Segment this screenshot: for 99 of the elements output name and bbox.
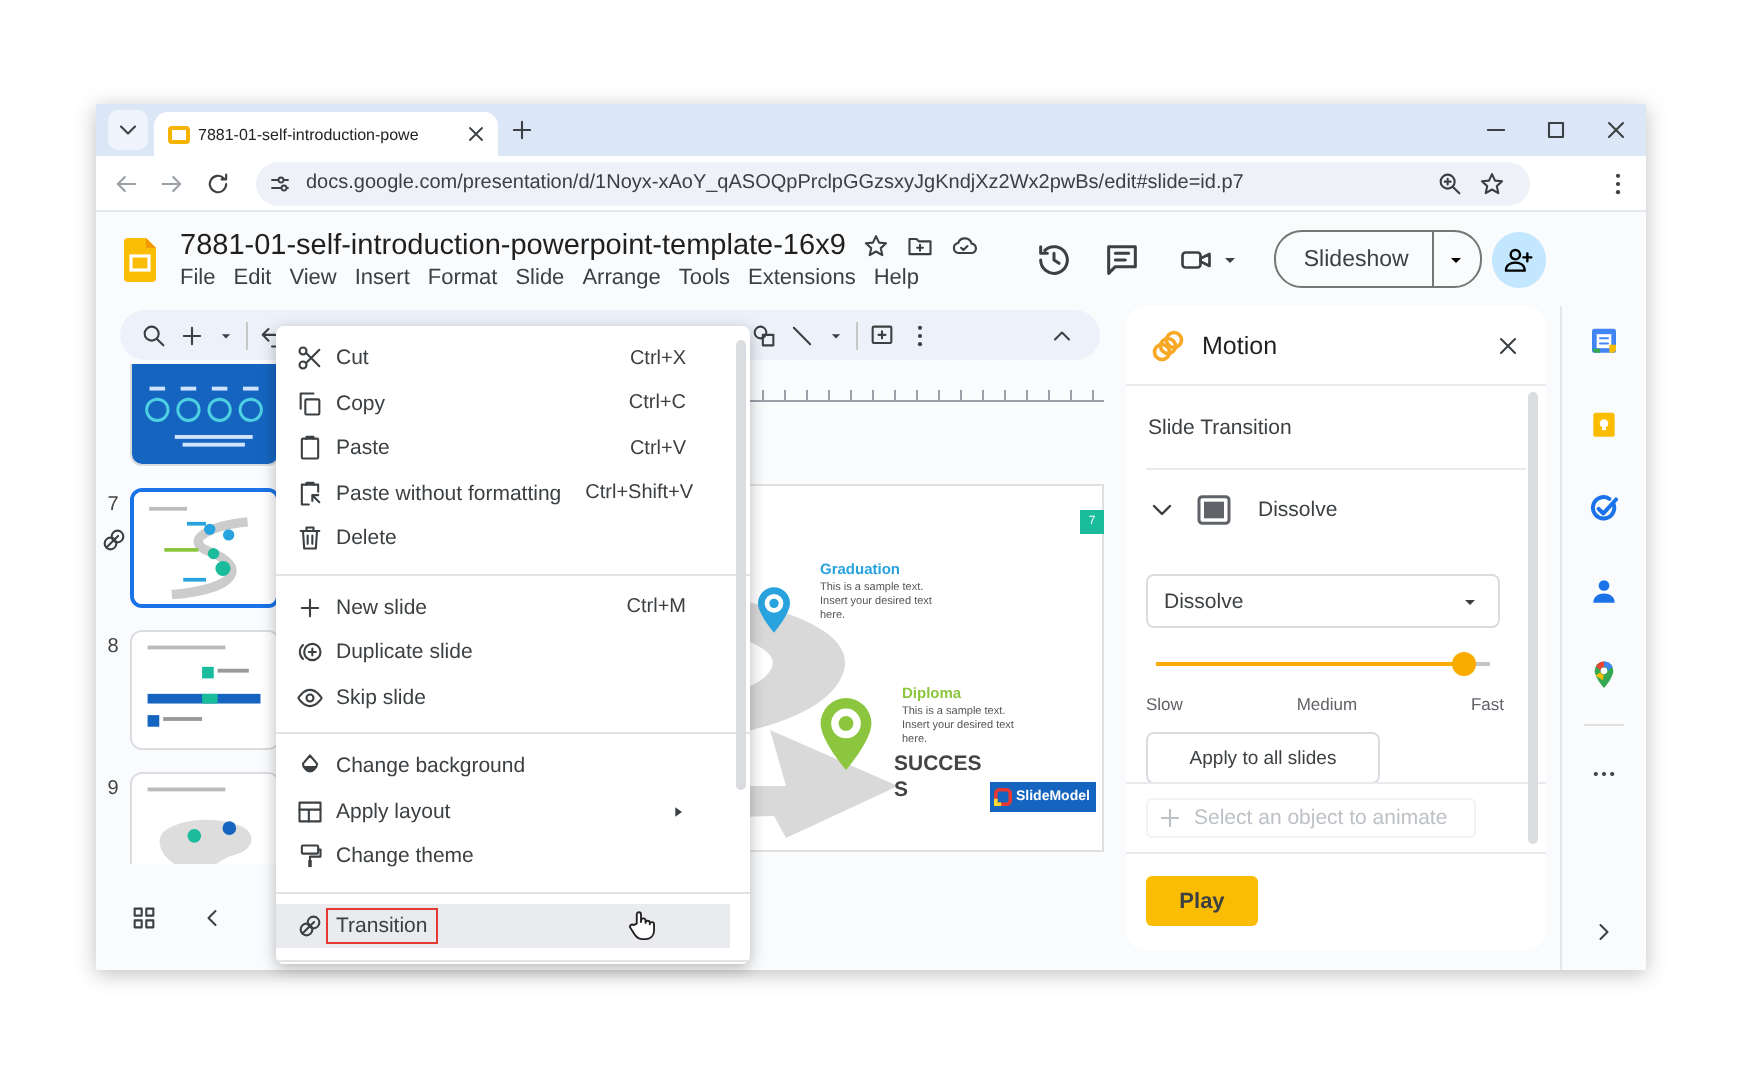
shortcut-text: Ctrl+V <box>629 437 686 460</box>
menu-item[interactable]: Edit <box>233 265 272 289</box>
menu-label: New slide <box>336 595 428 620</box>
menu-item[interactable]: Duplicate slide <box>276 630 730 675</box>
slide-number: 7 <box>107 494 119 516</box>
new-tab-icon[interactable] <box>508 116 536 144</box>
menu-label: Duplicate slide <box>336 640 473 665</box>
menu-item[interactable]: File <box>180 265 216 289</box>
zoom-icon[interactable] <box>1436 169 1464 197</box>
slide-number: 9 <box>107 778 119 800</box>
shortcut-text: Ctrl+X <box>629 347 686 370</box>
motion-icon <box>1150 327 1186 363</box>
menu-item[interactable]: Change theme <box>276 834 730 879</box>
dropdown-value: Dissolve <box>1164 589 1244 613</box>
copy-icon <box>296 389 324 418</box>
shortcut-text: Ctrl+M <box>626 596 686 619</box>
shortcut-text: Ctrl+Shift+V <box>585 482 694 505</box>
slide-heading: SUCCESS <box>894 752 984 804</box>
menu-item[interactable]: Copy Ctrl+C <box>276 381 730 426</box>
grid-view-icon[interactable] <box>130 904 158 932</box>
search-icon[interactable] <box>140 321 168 349</box>
slides-icon <box>168 125 190 143</box>
layout-icon <box>296 797 324 826</box>
scrollbar[interactable] <box>1528 392 1538 844</box>
slide-thumbnail[interactable] <box>130 488 280 608</box>
menu-item[interactable]: Format <box>427 265 498 289</box>
transition-row[interactable]: Dissolve <box>1146 470 1526 550</box>
clipboard-icon <box>296 479 324 508</box>
site-settings-icon[interactable] <box>268 171 292 195</box>
menu-item[interactable]: Skip slide <box>276 675 730 720</box>
section-title: Slide Transition <box>1146 386 1526 470</box>
menu-item[interactable]: Paste without formatting Ctrl+Shift+V <box>276 471 730 516</box>
menu-item[interactable]: Help <box>873 265 919 289</box>
menu-label: Apply layout <box>336 799 451 824</box>
slide-number: 8 <box>107 636 119 658</box>
speed-label: Medium <box>1296 694 1358 714</box>
cloud-saved-icon[interactable] <box>949 231 978 259</box>
menu-label: Cut <box>336 346 369 371</box>
duplicate-icon <box>296 638 324 667</box>
url-text: docs.google.com/presentation/d/1Noyx-xAoY_qASOQpPrclpGGzsxyJgKndjXz2Wx2pwBs/edit#slide=id.p7 <box>306 172 1244 194</box>
hand-cursor-icon <box>624 907 658 941</box>
plus-icon <box>296 593 324 622</box>
menu-label: Skip slide <box>336 685 426 710</box>
document-title[interactable]: 7881-01-self-introduction-powerpoint-template-16x9 <box>180 229 846 261</box>
slider-thumb[interactable] <box>1451 652 1476 676</box>
transition-name: Dissolve <box>1258 498 1338 522</box>
menu-label: Copy <box>336 391 386 416</box>
version-history-icon[interactable] <box>1033 239 1074 279</box>
menu-item[interactable]: Change background <box>276 744 730 789</box>
close-icon[interactable] <box>1602 116 1630 144</box>
paint-roller-icon <box>296 842 324 871</box>
menu-item[interactable]: View <box>289 265 337 289</box>
menu-item[interactable]: Apply layout <box>276 789 730 834</box>
slide-icon <box>1194 490 1234 530</box>
menu-item[interactable]: Paste Ctrl+V <box>276 426 730 471</box>
plus-icon <box>1156 804 1184 832</box>
menu-item[interactable]: Cut Ctrl+X <box>276 336 730 381</box>
line-icon[interactable] <box>788 321 816 349</box>
browser-tab[interactable]: 7881-01-self-introduction-powe <box>154 112 498 156</box>
url-field[interactable]: docs.google.com/presentation/d/1Noyx-xAoY_qASOQpPrclpGGzsxyJgKndjXz2Wx2pwBs/edit#slide=id.p7 <box>256 161 1530 205</box>
menu-label: Paste without formatting <box>336 481 562 506</box>
menu-item[interactable]: Arrange <box>582 265 661 289</box>
play-button[interactable]: Play <box>1146 876 1258 926</box>
panel-title: Motion <box>1202 331 1278 359</box>
speed-label: Slow <box>1146 694 1183 714</box>
highlight-frame: Transition <box>326 907 438 944</box>
reload-icon[interactable] <box>204 169 232 197</box>
eye-icon <box>296 683 324 712</box>
menu-item[interactable]: Tools <box>678 265 731 289</box>
menu-item[interactable]: Transition <box>276 903 730 948</box>
close-tab-icon[interactable] <box>464 122 488 146</box>
maximize-icon[interactable] <box>1542 116 1570 144</box>
clipboard-icon <box>296 434 324 463</box>
apply-all-button[interactable]: Apply to all slides <box>1146 732 1380 782</box>
shape-icon[interactable] <box>750 321 778 349</box>
menu-label: Change theme <box>336 844 474 869</box>
menu-label: Delete <box>336 526 397 551</box>
share-button[interactable] <box>1491 231 1546 287</box>
menu-item[interactable]: New slide Ctrl+M <box>276 585 730 630</box>
menu-item[interactable]: Delete <box>276 516 730 561</box>
bookmark-star-icon[interactable] <box>1478 169 1506 197</box>
shortcut-text: Ctrl+C <box>628 392 686 415</box>
rings-icon <box>296 911 324 940</box>
transition-dropdown[interactable]: Dissolve <box>1146 574 1500 628</box>
star-icon[interactable] <box>861 231 890 259</box>
menu-item[interactable]: Extensions <box>748 265 856 289</box>
menu-label: Paste <box>336 436 390 461</box>
scissors-icon <box>296 344 324 373</box>
new-slide-icon[interactable] <box>178 321 206 349</box>
speed-label: Fast <box>1470 694 1504 714</box>
add-comment-icon[interactable] <box>868 321 896 349</box>
menu-item[interactable]: Insert <box>354 265 410 289</box>
comments-icon[interactable] <box>1101 239 1142 279</box>
menu-item[interactable]: Slide <box>515 265 565 289</box>
menu-label: Change background <box>336 754 526 779</box>
person-add-icon <box>1502 243 1535 275</box>
scrollbar[interactable] <box>736 340 746 790</box>
tab-title: 7881-01-self-introduction-powe <box>198 125 421 143</box>
trash-icon <box>296 524 324 553</box>
